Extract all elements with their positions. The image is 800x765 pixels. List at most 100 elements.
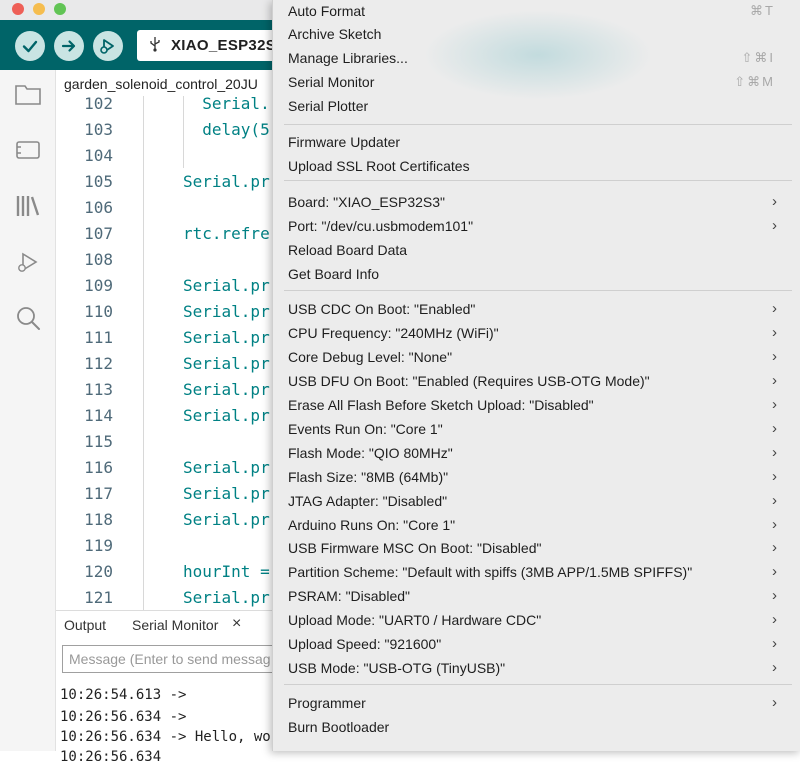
menu-item-psram[interactable]: PSRAM: "Disabled" › <box>273 585 800 609</box>
code-line[interactable]: 116 Serial.pr <box>56 455 276 481</box>
board-selector[interactable]: XIAO_ESP32S <box>137 30 277 61</box>
code-line[interactable]: 105 Serial.pr <box>56 169 276 195</box>
code-line[interactable]: 109 Serial.pr <box>56 273 276 299</box>
code-line[interactable]: 119 <box>56 533 276 559</box>
chevron-right-icon: › <box>772 300 777 317</box>
menu-item-arduino-runs-on[interactable]: Arduino Runs On: "Core 1" › <box>273 514 800 538</box>
code-line[interactable]: 108 <box>56 247 276 273</box>
debug-icon <box>100 39 114 54</box>
debug-sidebar-icon[interactable] <box>14 248 42 276</box>
menu-item-label: CPU Frequency: "240MHz (WiFi)" <box>288 325 499 341</box>
tab-serial-monitor[interactable]: Serial Monitor <box>132 617 218 633</box>
menu-item-get-board-info[interactable]: Get Board Info <box>273 263 800 287</box>
menu-item-auto-format[interactable]: Auto Format ⌘T <box>273 0 800 24</box>
code-editor[interactable]: 102 Serial. 103 delay(5 104 105 Serial.pr 106… <box>56 96 276 610</box>
code-text: Serial.pr <box>183 354 270 373</box>
menu-item-upload-ssl-root-certificates[interactable]: Upload SSL Root Certificates <box>273 155 800 179</box>
code-line[interactable]: 117 Serial.pr <box>56 481 276 507</box>
folder-icon[interactable] <box>14 80 42 108</box>
menu-item-firmware-updater[interactable]: Firmware Updater <box>273 131 800 155</box>
menu-item-port[interactable]: Port: "/dev/cu.usbmodem101" › <box>273 215 800 239</box>
line-number: 119 <box>84 536 113 555</box>
code-line[interactable]: 107 rtc.refre <box>56 221 276 247</box>
menu-item-board[interactable]: Board: "XIAO_ESP32S3" › <box>273 191 800 215</box>
upload-button[interactable] <box>54 31 84 61</box>
chevron-right-icon: › <box>772 444 777 461</box>
close-window-button[interactable] <box>12 3 24 15</box>
menu-item-core-debug-level[interactable]: Core Debug Level: "None" › <box>273 346 800 370</box>
shortcut-hint: ⇧⌘M <box>734 74 775 89</box>
menu-item-erase-all-flash-before-sketch-upload[interactable]: Erase All Flash Before Sketch Upload: "D… <box>273 394 800 418</box>
line-number: 117 <box>84 484 113 503</box>
code-line[interactable]: 114 Serial.pr <box>56 403 276 429</box>
code-line[interactable]: 115 <box>56 429 276 455</box>
chevron-right-icon: › <box>772 635 777 652</box>
code-line[interactable]: 121 Serial.pr <box>56 585 276 610</box>
menu-item-serial-plotter[interactable]: Serial Plotter <box>273 95 800 119</box>
code-text: Serial.pr <box>183 588 270 607</box>
line-number: 105 <box>84 172 113 191</box>
menu-item-usb-mode[interactable]: USB Mode: "USB-OTG (TinyUSB)" › <box>273 657 800 681</box>
line-number: 115 <box>84 432 113 451</box>
line-number: 102 <box>84 96 113 113</box>
debug-button[interactable] <box>93 31 123 61</box>
menu-item-cpu-frequency[interactable]: CPU Frequency: "240MHz (WiFi)" › <box>273 322 800 346</box>
code-line[interactable]: 111 Serial.pr <box>56 325 276 351</box>
menu-item-label: Serial Monitor <box>288 74 375 90</box>
code-line[interactable]: 106 <box>56 195 276 221</box>
chevron-right-icon: › <box>772 659 777 676</box>
code-line[interactable]: 104 <box>56 143 276 169</box>
minimize-window-button[interactable] <box>33 3 45 15</box>
tab-output[interactable]: Output <box>64 617 106 633</box>
code-line[interactable]: 118 Serial.pr <box>56 507 276 533</box>
code-line[interactable]: 112 Serial.pr <box>56 351 276 377</box>
code-line[interactable]: 110 Serial.pr <box>56 299 276 325</box>
menu-item-archive-sketch[interactable]: Archive Sketch <box>273 23 800 47</box>
menu-item-label: Auto Format <box>288 3 366 19</box>
code-text: Serial.pr <box>183 380 270 399</box>
menu-item-upload-mode[interactable]: Upload Mode: "UART0 / Hardware CDC" › <box>273 609 800 633</box>
menu-item-manage-libraries[interactable]: Manage Libraries... ⇧⌘I <box>273 47 800 71</box>
menu-item-label: Reload Board Data <box>288 242 408 258</box>
menu-item-events-run-on[interactable]: Events Run On: "Core 1" › <box>273 418 800 442</box>
library-icon[interactable] <box>14 192 42 220</box>
serial-message-input[interactable]: Message (Enter to send messag <box>62 645 276 673</box>
menu-item-usb-cdc-on-boot[interactable]: USB CDC On Boot: "Enabled" › <box>273 298 800 322</box>
line-number: 116 <box>84 458 113 477</box>
menu-item-usb-dfu-on-boot[interactable]: USB DFU On Boot: "Enabled (Requires USB-… <box>273 370 800 394</box>
menu-item-burn-bootloader[interactable]: Burn Bootloader <box>273 716 800 740</box>
chevron-right-icon: › <box>772 468 777 485</box>
shortcut-hint: ⇧⌘I <box>741 50 775 65</box>
menu-item-flash-size[interactable]: Flash Size: "8MB (64Mb)" › <box>273 466 800 490</box>
menu-item-upload-speed[interactable]: Upload Speed: "921600" › <box>273 633 800 657</box>
line-number: 121 <box>84 588 113 607</box>
chevron-right-icon: › <box>772 324 777 341</box>
menu-item-programmer[interactable]: Programmer › <box>273 692 800 716</box>
verify-button[interactable] <box>15 31 45 61</box>
code-line[interactable]: 103 delay(5 <box>56 117 276 143</box>
menu-item-partition-scheme[interactable]: Partition Scheme: "Default with spiffs (… <box>273 561 800 585</box>
chevron-right-icon: › <box>772 193 777 210</box>
file-tab[interactable]: garden_solenoid_control_20JU <box>56 70 284 99</box>
chevron-right-icon: › <box>772 587 777 604</box>
menu-item-flash-mode[interactable]: Flash Mode: "QIO 80MHz" › <box>273 442 800 466</box>
line-number: 103 <box>84 120 113 139</box>
menu-item-jtag-adapter[interactable]: JTAG Adapter: "Disabled" › <box>273 490 800 514</box>
line-number: 104 <box>84 146 113 165</box>
sidebar <box>0 70 56 751</box>
arrow-right-icon <box>61 40 76 52</box>
code-line[interactable]: 120 hourInt = <box>56 559 276 585</box>
zoom-window-button[interactable] <box>54 3 66 15</box>
menu-item-usb-firmware-msc-on-boot[interactable]: USB Firmware MSC On Boot: "Disabled" › <box>273 537 800 561</box>
menu-item-label: Upload SSL Root Certificates <box>288 158 470 174</box>
code-line[interactable]: 113 Serial.pr <box>56 377 276 403</box>
menu-item-reload-board-data[interactable]: Reload Board Data <box>273 239 800 263</box>
chevron-right-icon: › <box>772 420 777 437</box>
menu-item-label: Board: "XIAO_ESP32S3" <box>288 194 446 210</box>
close-tab-button[interactable]: × <box>232 615 241 633</box>
menu-item-serial-monitor[interactable]: Serial Monitor ⇧⌘M <box>273 71 800 95</box>
code-line[interactable]: 102 Serial. <box>56 96 276 117</box>
search-icon[interactable] <box>14 304 42 332</box>
usb-icon <box>149 36 161 55</box>
board-manager-icon[interactable] <box>14 136 42 164</box>
